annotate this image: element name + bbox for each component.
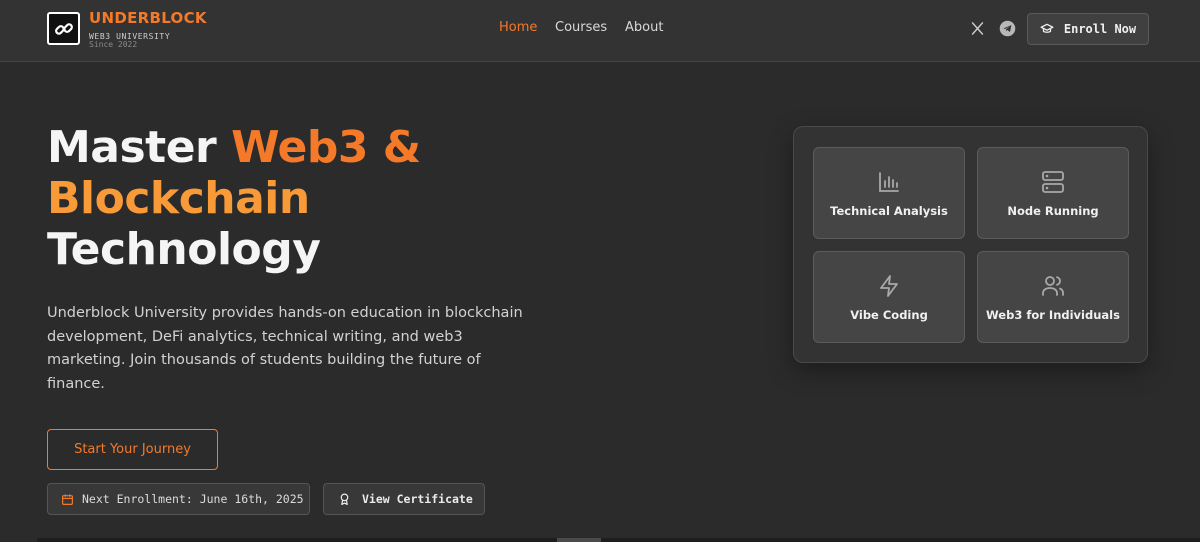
x-social-link[interactable] [967,18,987,38]
chain-link-icon [54,22,73,35]
graduation-cap-icon [1040,23,1054,33]
course-label: Web3 for Individuals [986,308,1120,322]
course-label: Vibe Coding [850,308,928,322]
course-label: Technical Analysis [830,204,948,218]
navbar: UNDERBLOCK WEB3 UNIVERSITY Since 2022 Ho… [0,0,1200,62]
hero-title-part1: Master [47,122,232,173]
course-card-technical-analysis[interactable]: Technical Analysis [813,147,965,239]
users-icon [1042,276,1064,296]
course-card-vibe-coding[interactable]: Vibe Coding [813,251,965,343]
course-label: Node Running [1007,204,1099,218]
telegram-social-link[interactable] [997,18,1017,38]
nav-courses-link[interactable]: Courses [555,20,607,35]
next-enrollment-badge: Next Enrollment: June 16th, 2025 [47,483,310,515]
hero-title-accent2: Blockchain [47,173,310,224]
calendar-icon [62,493,73,505]
bottom-section-marker [557,538,601,542]
lightning-icon [880,275,898,297]
brand-since: Since 2022 [89,40,138,49]
course-panel: Technical Analysis Node Running Vibe Cod… [793,126,1148,363]
view-certificate-button[interactable]: View Certificate [323,483,485,515]
brand-logo[interactable] [47,12,80,45]
telegram-icon [999,20,1015,36]
next-enrollment-text: Next Enrollment: June 16th, 2025 [82,492,304,506]
enroll-now-label: Enroll Now [1063,22,1137,36]
hero-title: Master Web3 & Blockchain Technology [47,122,647,275]
course-card-node-running[interactable]: Node Running [977,147,1129,239]
hero-title-part3: Technology [47,224,321,275]
nav-home-link[interactable]: Home [499,20,537,35]
course-card-web3-individuals[interactable]: Web3 for Individuals [977,251,1129,343]
brand-name[interactable]: UNDERBLOCK [89,9,207,27]
bar-chart-icon [879,172,899,192]
nav-about-link[interactable]: About [625,20,663,35]
enroll-now-button[interactable]: Enroll Now [1027,13,1149,45]
x-icon [971,21,983,35]
hero-description: Underblock University provides hands-on … [47,305,523,392]
hero-title-accent1: Web3 & [231,122,421,173]
server-icon [1042,171,1064,193]
view-certificate-label: View Certificate [362,492,473,506]
bottom-section-edge [37,538,1200,542]
award-icon [340,493,349,506]
start-journey-button[interactable]: Start Your Journey [47,429,218,470]
